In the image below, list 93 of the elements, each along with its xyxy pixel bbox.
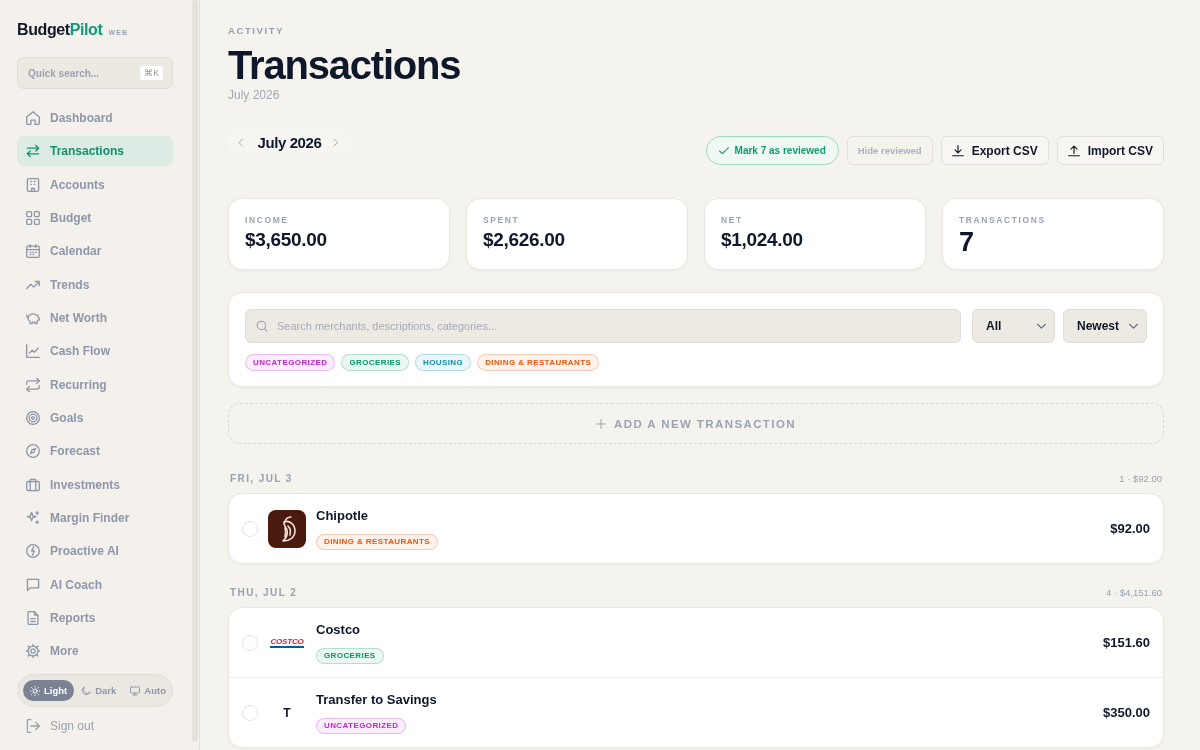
chat-bubble-icon [26, 577, 40, 592]
target-icon [26, 410, 40, 425]
download-icon [951, 144, 964, 157]
category-filter-chip[interactable]: DINING & RESTAURANTS [477, 354, 600, 371]
moon-icon [81, 685, 92, 696]
stat-value: $3,650.00 [245, 229, 328, 251]
nav-item[interactable]: Goals [17, 402, 173, 433]
theme-option[interactable]: Dark [74, 680, 124, 702]
gear-icon [26, 644, 40, 659]
group-date: FRI, JUL 3 [230, 472, 293, 484]
chevron-left-icon [238, 137, 244, 147]
stat-label: TRANSACTIONS [959, 214, 1047, 226]
mark-reviewed-button[interactable]: Mark 7 as reviewed [705, 136, 839, 165]
piggy-bank-icon [26, 310, 40, 325]
category-filter-chip[interactable]: HOUSING [415, 354, 472, 371]
calendar-icon [26, 244, 40, 259]
stat-label: INCOME [245, 214, 290, 226]
nav-item[interactable]: More [17, 636, 173, 667]
shortcut-key: ⌘K [140, 66, 163, 80]
merchant-initial: T [283, 705, 291, 720]
briefcase-icon [26, 477, 40, 492]
previous-month-button[interactable] [238, 137, 244, 147]
transaction-name: Transfer to Savings [316, 691, 437, 708]
chevron-right-icon [333, 137, 339, 147]
nav-item[interactable]: Investments [17, 469, 173, 500]
transaction-name: Chipotle [316, 507, 368, 524]
transaction-amount: $350.00 [1103, 705, 1150, 720]
compass-icon [26, 444, 40, 459]
repeat-icon [26, 377, 40, 392]
category-chip: UNCATEGORIZED [316, 717, 407, 734]
house-icon [26, 111, 40, 125]
monitor-icon [130, 685, 141, 696]
line-chart-icon [26, 344, 40, 359]
nav-item[interactable]: Budget [17, 203, 173, 233]
group-summary: 1 · $92.00 [1119, 472, 1162, 484]
nav-item[interactable]: Proactive AI [17, 536, 173, 567]
group-summary: 4 · $4,151.60 [1106, 586, 1162, 598]
page-title: Transactions [228, 43, 462, 87]
sun-icon [30, 685, 40, 696]
stat-value: 7 [959, 228, 975, 256]
pepper-logo-icon [268, 509, 306, 548]
upload-icon [1067, 144, 1080, 157]
nav-item[interactable]: Dashboard [17, 103, 173, 133]
grid-icon [26, 211, 40, 225]
stat-value: $1,024.00 [721, 229, 804, 251]
nav-item[interactable]: Recurring [17, 369, 173, 400]
csv-button[interactable]: Import CSV [1056, 136, 1164, 165]
search-icon [256, 320, 268, 332]
transaction-amount: $151.60 [1103, 635, 1150, 650]
log-out-icon [26, 719, 40, 734]
search-field[interactable]: Search merchants, descriptions, categories... [245, 309, 961, 343]
chevron-down-icon [1036, 322, 1046, 330]
category-filter-chip[interactable]: GROCERIES [341, 354, 409, 371]
stat-label: SPENT [483, 214, 521, 226]
transaction-name: Costco [316, 621, 361, 638]
nav-item[interactable]: Accounts [17, 169, 173, 200]
group-date: THU, JUL 2 [230, 586, 298, 598]
page-eyebrow: ACTIVITY [228, 25, 286, 37]
stat-value: $2,626.00 [483, 229, 566, 251]
add-transaction-button[interactable]: ADD A NEW TRANSACTION [228, 403, 1164, 444]
sign-out-link[interactable]: Sign out [17, 711, 173, 742]
sparkles-icon [26, 510, 40, 525]
category-filter-chip[interactable]: UNCATEGORIZED [245, 354, 336, 371]
nav-item[interactable]: AI Coach [17, 569, 173, 600]
nav-item[interactable]: Margin Finder [17, 502, 173, 533]
transaction-amount: $92.00 [1110, 521, 1150, 536]
plus-icon [596, 418, 607, 429]
building-icon [26, 177, 40, 192]
chevron-down-icon [1129, 322, 1138, 330]
nav-item[interactable]: Transactions [17, 136, 173, 167]
nav-item[interactable]: Trends [17, 269, 173, 300]
swap-arrows-icon [26, 144, 40, 159]
brand-logo: BudgetPilot [17, 20, 103, 40]
nav-item[interactable]: Forecast [17, 436, 173, 467]
nav-item[interactable]: Calendar [17, 236, 173, 267]
next-month-button[interactable] [333, 137, 339, 147]
theme-option[interactable]: Auto [123, 680, 173, 702]
category-chip: DINING & RESTAURANTS [316, 533, 439, 550]
document-icon [26, 610, 40, 625]
check-icon [718, 146, 729, 155]
theme-option[interactable]: Light [23, 680, 75, 702]
lightning-circle-icon [26, 544, 40, 559]
stat-label: NET [721, 214, 744, 226]
nav-item[interactable]: Net Worth [17, 302, 173, 333]
filter-dropdown[interactable]: Newest [1062, 309, 1147, 343]
month-label: July 2026 [257, 133, 322, 151]
nav-item[interactable]: Cash Flow [17, 336, 173, 367]
page-subtitle: July 2026 [228, 87, 281, 103]
merchant-wordmark: COSTCO [270, 637, 304, 648]
category-chip: GROCERIES [316, 647, 384, 664]
filter-dropdown[interactable]: All [971, 309, 1055, 343]
csv-button[interactable]: Export CSV [940, 136, 1049, 165]
nav-item[interactable]: Reports [17, 602, 173, 633]
